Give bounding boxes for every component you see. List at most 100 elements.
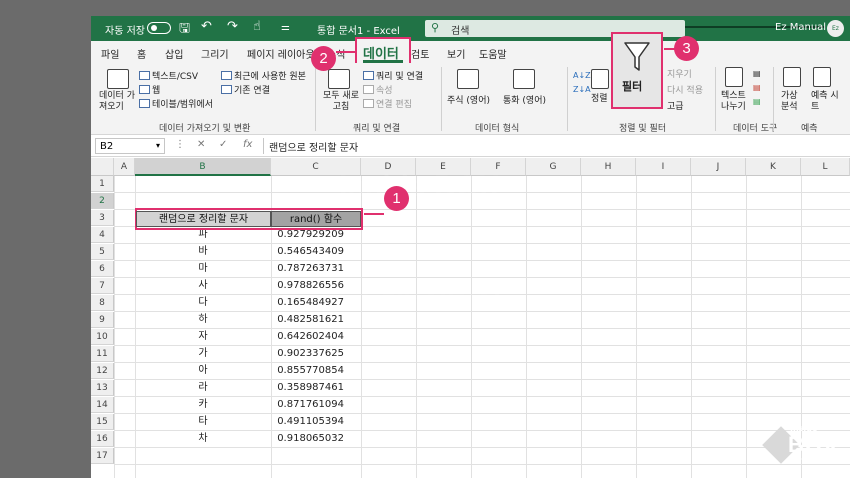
column-header-i[interactable]: I xyxy=(636,158,691,176)
table-row-char[interactable]: 라 xyxy=(135,380,271,396)
table-row-char[interactable]: 바 xyxy=(135,244,271,260)
touch-mode-icon[interactable]: ☝ xyxy=(253,19,261,34)
table-row-rand[interactable]: 0.787263731 xyxy=(271,261,360,277)
column-header-l[interactable]: L xyxy=(801,158,850,176)
column-header-g[interactable]: G xyxy=(526,158,581,176)
tab-home[interactable]: 홈 xyxy=(137,46,146,61)
row-header-10[interactable]: 10 xyxy=(91,329,114,345)
reapply-button[interactable]: 다시 적용 xyxy=(667,83,703,96)
row-header-3[interactable]: 3 xyxy=(91,210,114,226)
table-row-rand[interactable]: 0.978826556 xyxy=(271,278,360,294)
filter-label: 필터 xyxy=(622,80,643,93)
row-header-15[interactable]: 15 xyxy=(91,414,114,430)
column-header-b[interactable]: B xyxy=(135,158,271,176)
edit-links-button[interactable]: 연결 편집 xyxy=(363,97,412,110)
clear-button[interactable]: 지우기 xyxy=(667,67,692,80)
column-header-a[interactable]: A xyxy=(114,158,135,176)
recent-sources-button[interactable]: 최근에 사용한 원본 xyxy=(221,69,306,82)
enter-icon[interactable]: ✓ xyxy=(219,139,227,150)
what-if-button[interactable]: 가상 분석 xyxy=(781,91,805,113)
redo-icon[interactable]: ↷ xyxy=(227,19,238,34)
tab-insert[interactable]: 삽입 xyxy=(165,46,183,61)
spreadsheet-grid[interactable]: A B C D E F G H I J K L 1 2 3 4 5 6 7 8 9 10 11 12 1… xyxy=(91,158,850,478)
cell-c2[interactable]: rand() 함수 xyxy=(271,211,361,227)
row-header-6[interactable]: 6 xyxy=(91,261,114,277)
table-row-char[interactable]: 하 xyxy=(135,312,271,328)
advanced-button[interactable]: 고급 xyxy=(667,99,684,112)
table-row-rand[interactable]: 0.642602404 xyxy=(271,329,360,345)
cell-b2[interactable]: 랜덤으로 정리할 문자 xyxy=(136,211,271,227)
row-header-11[interactable]: 11 xyxy=(91,346,114,362)
flash-fill-icon[interactable]: ▤ xyxy=(753,69,761,78)
row-header-1[interactable]: 1 xyxy=(91,176,114,192)
queries-connections-button[interactable]: 쿼리 및 연결 xyxy=(363,69,423,82)
refresh-all-button[interactable]: 모두 새로 고침 xyxy=(323,91,359,113)
row-header-4[interactable]: 4 xyxy=(91,227,114,243)
table-row-char[interactable]: 사 xyxy=(135,278,271,294)
column-header-j[interactable]: J xyxy=(691,158,746,176)
sort-za-icon[interactable]: Z↓A xyxy=(573,85,591,94)
row-header-13[interactable]: 13 xyxy=(91,380,114,396)
table-row-char[interactable]: 자 xyxy=(135,329,271,345)
row-header-9[interactable]: 9 xyxy=(91,312,114,328)
save-icon[interactable]: 🖫 xyxy=(179,19,190,41)
insert-function-icon[interactable]: fx xyxy=(243,139,252,150)
table-row-char[interactable]: 카 xyxy=(135,397,271,413)
row-header-12[interactable]: 12 xyxy=(91,363,114,379)
table-row-rand[interactable]: 0.482581621 xyxy=(271,312,360,328)
table-row-rand[interactable]: 0.491105394 xyxy=(271,414,360,430)
remove-duplicates-icon[interactable]: ▤ xyxy=(753,83,761,92)
table-row-char[interactable]: 타 xyxy=(135,414,271,430)
tab-file[interactable]: 파일 xyxy=(101,46,119,61)
web-button[interactable]: 웹 xyxy=(139,83,160,96)
tab-review[interactable]: 검토 xyxy=(411,46,429,61)
get-data-button[interactable]: 데이터 가져오기 xyxy=(99,91,139,113)
table-range-button[interactable]: 테이블/범위에서 xyxy=(139,97,213,110)
text-csv-button[interactable]: 텍스트/CSV xyxy=(139,69,198,82)
sort-button[interactable]: 정렬 xyxy=(591,91,608,104)
tab-view[interactable]: 보기 xyxy=(447,46,465,61)
forecast-sheet-button[interactable]: 예측 시트 xyxy=(811,91,841,113)
table-row-rand[interactable]: 0.902337625 xyxy=(271,346,360,362)
table-row-char[interactable]: 아 xyxy=(135,363,271,379)
autosave-toggle[interactable] xyxy=(147,22,171,34)
column-header-h[interactable]: H xyxy=(581,158,636,176)
formula-input[interactable]: 랜덤으로 정리할 문자 xyxy=(269,139,358,154)
table-row-rand[interactable]: 0.165484927 xyxy=(271,295,360,311)
name-box[interactable]: B2 ▾ xyxy=(95,138,165,154)
tab-help[interactable]: 도움말 xyxy=(479,46,507,61)
table-row-rand[interactable]: 0.358987461 xyxy=(271,380,360,396)
row-header-16[interactable]: 16 xyxy=(91,431,114,447)
data-validation-icon[interactable]: ▤ xyxy=(753,97,761,106)
customize-qat-icon[interactable]: ⚌ xyxy=(281,22,290,33)
row-header-14[interactable]: 14 xyxy=(91,397,114,413)
table-row-rand[interactable]: 0.546543409 xyxy=(271,244,360,260)
table-row-char[interactable]: 차 xyxy=(135,431,271,447)
sort-az-icon[interactable]: A↓Z xyxy=(573,71,591,80)
row-header-7[interactable]: 7 xyxy=(91,278,114,294)
table-row-char[interactable]: 다 xyxy=(135,295,271,311)
stocks-button[interactable]: 주식 (영어) xyxy=(447,93,490,106)
table-row-rand[interactable]: 0.855770854 xyxy=(271,363,360,379)
table-row-char[interactable]: 마 xyxy=(135,261,271,277)
table-row-rand[interactable]: 0.918065032 xyxy=(271,431,360,447)
table-row-rand[interactable]: 0.871761094 xyxy=(271,397,360,413)
cancel-icon[interactable]: ✕ xyxy=(197,139,205,150)
row-header-2[interactable]: 2 xyxy=(91,193,114,209)
properties-button[interactable]: 속성 xyxy=(363,83,393,96)
row-header-8[interactable]: 8 xyxy=(91,295,114,311)
text-to-columns-button[interactable]: 텍스트 나누기 xyxy=(721,91,749,113)
currency-button[interactable]: 통화 (영어) xyxy=(503,93,546,106)
select-all-corner[interactable] xyxy=(91,158,114,176)
row-header-5[interactable]: 5 xyxy=(91,244,114,260)
tab-page-layout[interactable]: 페이지 레이아웃 xyxy=(247,46,315,61)
tab-draw[interactable]: 그리기 xyxy=(201,46,229,61)
column-header-k[interactable]: K xyxy=(746,158,801,176)
queries-icon xyxy=(363,71,374,80)
row-header-17[interactable]: 17 xyxy=(91,448,114,464)
chevron-down-icon[interactable]: ▾ xyxy=(156,141,160,150)
undo-icon[interactable]: ↶ xyxy=(201,19,212,34)
table-row-char[interactable]: 가 xyxy=(135,346,271,362)
avatar[interactable]: Ez xyxy=(827,20,844,37)
existing-connections-button[interactable]: 기존 연결 xyxy=(221,83,270,96)
